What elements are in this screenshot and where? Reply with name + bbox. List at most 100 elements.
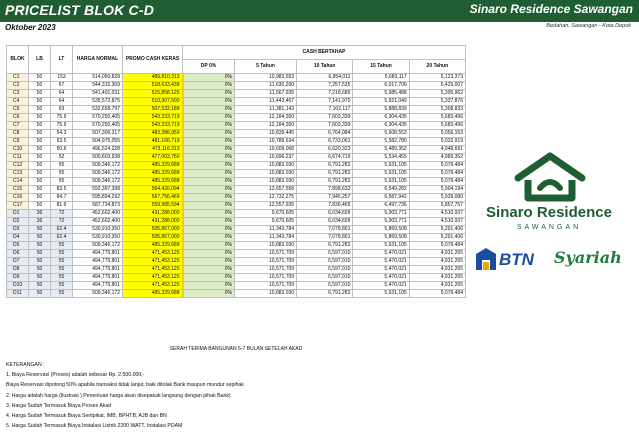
cell-lt: 64	[50, 89, 73, 98]
cell-blok: D4	[6, 233, 29, 242]
cell-t20: 5,056,153	[408, 129, 467, 138]
table-row: D6 50 55 494,775,801 471,453,125 0% 10,571,709…	[6, 249, 467, 258]
cell-t10: 7,898,632	[296, 185, 354, 194]
cell-normal: 509,346,172	[72, 177, 123, 186]
cell-promo: 510,307,500	[122, 97, 184, 106]
cell-promo: 471,453,125	[122, 265, 184, 274]
cell-t15: 5,869,508	[352, 233, 410, 242]
cell-lb: 36	[28, 217, 51, 226]
cell-blok: C4	[6, 97, 29, 106]
cell-t20: 4,510,937	[408, 217, 467, 226]
cell-t10: 6,597,010	[296, 257, 354, 266]
cell-dp: 0%	[182, 201, 235, 210]
table-row: D5 50 55 509,346,172 485,329,688 0% 10,883,030…	[6, 241, 467, 250]
cell-dp: 0%	[182, 249, 235, 258]
cell-t5: 11,381,143	[233, 105, 298, 114]
cell-t10: 6,791,282	[296, 241, 354, 250]
cell-t5: 10,696,237	[233, 153, 298, 162]
cell-t10: 7,603,339	[296, 121, 354, 130]
cell-lb: 50	[28, 129, 51, 138]
cell-lt: 52	[50, 153, 73, 162]
cell-t20: 4,931,265	[408, 265, 467, 274]
cell-promo: 471,453,125	[122, 257, 184, 266]
cell-lt: 75.9	[50, 113, 73, 122]
cell-t10: 6,764,084	[296, 129, 354, 138]
table-row: C2 50 67 544,315,309 518,633,438 0% 11,630,200…	[6, 81, 467, 90]
cell-blok: D8	[6, 265, 29, 274]
cell-dp: 0%	[182, 137, 235, 146]
cell-t10: 6,733,001	[296, 137, 354, 146]
cell-dp: 0%	[182, 241, 235, 250]
cell-dp: 0%	[182, 73, 235, 82]
cell-lb: 50	[28, 257, 51, 266]
cell-t5: 10,571,709	[233, 257, 298, 266]
cell-normal: 570,250,405	[72, 121, 123, 130]
col-lt: LT	[50, 45, 73, 74]
cell-t15: 6,549,282	[352, 185, 410, 194]
cell-t20: 5,308,833	[408, 105, 467, 114]
cell-normal: 507,306,317	[72, 129, 123, 138]
handover-note: SERAH TERIMA BANGUNAN 5-7 BULAN SETELAH …	[169, 346, 303, 352]
cell-promo: 485,329,688	[122, 289, 184, 298]
cell-lb: 50	[28, 241, 51, 250]
cell-t10: 6,854,011	[296, 73, 354, 82]
cell-dp: 0%	[182, 113, 235, 122]
cell-t15: 5,470,021	[352, 281, 410, 290]
cell-t15: 5,683,117	[352, 73, 410, 82]
col-dp: DP 0%	[182, 59, 235, 74]
table-row: C10 50 50.6 496,524,228 473,116,313 0% 10,609,…	[6, 145, 467, 154]
keterangan-line: KETERANGAN :	[6, 362, 45, 368]
table-row: C4 50 64 535,572,875 510,307,500 0% 11,443,407…	[6, 97, 467, 106]
cell-lt: 55	[50, 161, 73, 170]
cell-lt: 55	[50, 281, 73, 290]
cell-normal: 530,910,350	[72, 225, 123, 234]
cell-t5: 10,571,709	[233, 273, 298, 282]
cell-t15: 5,003,771	[352, 209, 410, 218]
table-row: C15 50 83.5 592,397,398 564,426,094 0% 12,657,…	[6, 185, 467, 194]
cell-lt: 62.4	[50, 233, 73, 242]
cell-t20: 4,931,265	[408, 257, 467, 266]
cell-t5: 10,789,634	[233, 137, 298, 146]
keterangan-line: 3. Harga Sudah Termasuk Biaya Proses Aka…	[6, 402, 112, 409]
cell-normal: 570,250,405	[72, 113, 123, 122]
cell-lb: 50	[28, 113, 51, 122]
cell-blok: D6	[6, 249, 29, 258]
table-row: C9 50 53.5 504,975,055 481,166,719 0% 10,789,6…	[6, 137, 467, 146]
cell-lb: 50	[28, 153, 51, 162]
cell-dp: 0%	[182, 273, 235, 282]
cell-t10: 6,674,719	[296, 153, 354, 162]
cell-t15: 6,304,435	[352, 121, 410, 130]
cell-t15: 5,631,105	[352, 289, 410, 298]
cell-t15: 5,470,021	[352, 257, 410, 266]
cell-lt: 84.7	[50, 193, 73, 202]
cell-promo: 471,453,125	[122, 273, 184, 282]
cell-lt: 55	[50, 249, 73, 258]
cell-dp: 0%	[182, 169, 235, 178]
cell-dp: 0%	[182, 289, 235, 298]
cell-t15: 5,631,105	[352, 169, 410, 178]
logo-name: Sinaro Residence	[486, 204, 612, 221]
table-row: D1 36 72 452,602,400 431,288,000 0% 9,670,605 6…	[6, 209, 467, 218]
cell-normal: 595,894,292	[72, 193, 123, 202]
btn-syariah-logo: BTN Syariah	[474, 244, 630, 276]
cell-t5: 10,571,709	[233, 249, 298, 258]
table-row: C1 50 153 514,050,828 489,810,313 0% 10,983,55…	[6, 73, 467, 82]
col-blok: BLOK	[6, 45, 29, 74]
cell-t5: 10,609,068	[233, 145, 298, 154]
brand-name: Sinaro Residence Sawangan	[469, 2, 633, 16]
period-label: Oktober 2023	[5, 23, 56, 32]
cell-lt: 63	[50, 105, 73, 114]
cell-dp: 0%	[182, 177, 235, 186]
cell-t15: 5,921,049	[352, 97, 410, 106]
cell-normal: 504,975,055	[72, 137, 123, 146]
cell-t10: 6,791,282	[296, 289, 354, 298]
table-row: D7 50 55 494,775,801 471,453,125 0% 10,571,709…	[6, 257, 467, 266]
cell-promo: 515,858,125	[122, 89, 184, 98]
cell-blok: C10	[6, 145, 29, 154]
cell-dp: 0%	[182, 225, 235, 234]
cell-promo: 564,426,094	[122, 185, 184, 194]
cell-t15: 5,534,455	[352, 153, 410, 162]
cell-lt: 75.9	[50, 121, 73, 130]
cell-t20: 4,931,265	[408, 249, 467, 258]
table-row: D3 50 62.4 530,910,350 505,867,000 0% 11,343,7…	[6, 225, 467, 234]
